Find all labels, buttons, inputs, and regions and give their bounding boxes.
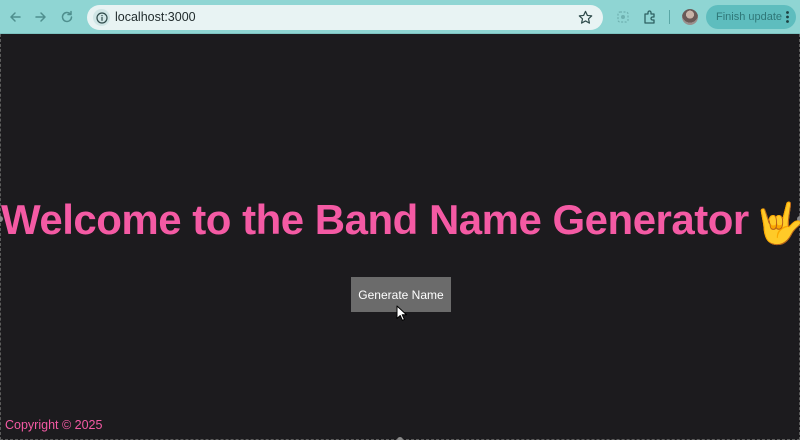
reload-button[interactable] — [57, 7, 77, 27]
back-button[interactable] — [5, 7, 25, 27]
extension-icon[interactable] — [615, 9, 631, 25]
star-icon[interactable] — [578, 10, 593, 25]
back-arrow-icon — [10, 12, 21, 22]
toolbar-divider — [669, 10, 670, 24]
copyright-footer: Copyright © 2025 — [5, 418, 103, 432]
site-info-button[interactable] — [93, 9, 110, 26]
finish-update-button[interactable]: Finish update — [706, 5, 796, 29]
page-viewport: Welcome to the Band Name Generator 🤟 Gene… — [0, 34, 800, 440]
kebab-menu-icon — [786, 11, 789, 23]
reload-icon — [61, 10, 73, 23]
url-text[interactable]: localhost:3000 — [115, 5, 196, 30]
mouse-cursor-icon — [396, 305, 407, 321]
finish-update-label: Finish update — [716, 11, 783, 23]
page-title: Welcome to the Band Name Generator 🤟 — [1, 196, 800, 247]
forward-arrow-icon — [35, 12, 46, 22]
browser-toolbar: localhost:3000 Finish update — [0, 0, 800, 34]
avatar[interactable] — [682, 9, 698, 25]
page-title-text: Welcome to the Band Name Generator — [1, 196, 749, 243]
rock-hand-emoji: 🤟 — [754, 202, 800, 246]
info-icon — [95, 11, 108, 24]
puzzle-icon[interactable] — [642, 9, 658, 25]
forward-button[interactable] — [31, 7, 51, 27]
address-bar[interactable]: localhost:3000 — [87, 5, 603, 30]
